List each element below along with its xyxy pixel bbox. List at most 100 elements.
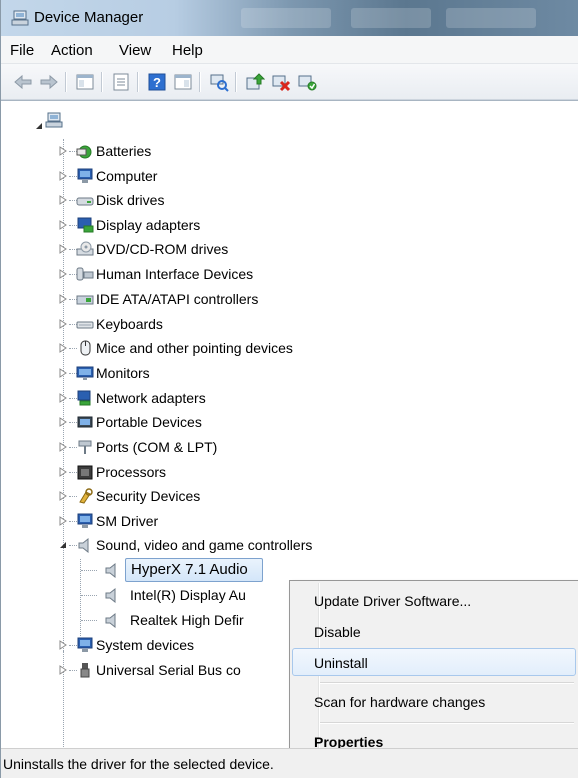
collapse-triangle-icon[interactable]	[34, 121, 44, 131]
tree-category-label: Computer	[96, 168, 158, 184]
expand-triangle-icon[interactable]	[58, 244, 68, 254]
view-icon[interactable]	[173, 72, 193, 92]
tree-category-battery[interactable]: Batteries	[1, 140, 578, 162]
context-update-driver[interactable]: Update Driver Software...	[292, 587, 576, 615]
tree-category-keyboard[interactable]: Keyboards	[1, 313, 578, 335]
toolbar: ?	[1, 64, 578, 100]
sound-device-label: HyperX 7.1 Audio	[131, 561, 248, 578]
back-arrow-icon[interactable]	[13, 72, 33, 92]
forward-arrow-icon[interactable]	[39, 72, 59, 92]
tree-category-label: Sound, video and game controllers	[96, 537, 313, 553]
keyboard-icon	[76, 321, 94, 329]
uninstall-device-icon[interactable]	[271, 72, 291, 92]
menu-help[interactable]: Help	[172, 42, 203, 59]
context-menu-separator	[320, 722, 574, 724]
status-bar: Uninstalls the driver for the selected d…	[1, 748, 578, 778]
menu-file[interactable]: File	[10, 42, 34, 59]
tree-category-dvd-drive[interactable]: DVD/CD-ROM drives	[1, 238, 578, 260]
tree-category-port[interactable]: Ports (COM & LPT)	[1, 436, 578, 458]
expand-triangle-icon[interactable]	[58, 220, 68, 230]
device-manager-window: Device Manager File Action View Help ? B…	[0, 0, 578, 778]
window-title: Device Manager	[34, 9, 144, 26]
tree-category-processor[interactable]: Processors	[1, 461, 578, 483]
tree-category-disk-drive[interactable]: Disk drives	[1, 189, 578, 211]
expand-triangle-icon[interactable]	[58, 393, 68, 403]
expand-triangle-icon[interactable]	[58, 467, 68, 477]
computer-icon	[77, 168, 93, 183]
scan-hardware-icon[interactable]	[209, 72, 229, 92]
expand-triangle-icon[interactable]	[58, 640, 68, 650]
tree-category-mouse[interactable]: Mice and other pointing devices	[1, 337, 578, 359]
tree-category-monitor[interactable]: Monitors	[1, 362, 578, 384]
processor-icon	[77, 465, 93, 480]
expand-triangle-icon[interactable]	[58, 442, 68, 452]
speaker-icon	[105, 587, 116, 603]
tree-category-security-device[interactable]: Security Devices	[1, 485, 578, 507]
menu-view[interactable]: View	[119, 42, 151, 59]
tree-category-portable-device[interactable]: Portable Devices	[1, 411, 578, 433]
toolbar-separator	[101, 72, 102, 92]
usb-icon	[80, 663, 90, 678]
sound-device-item[interactable]: Intel(R) Display Au	[1, 584, 291, 606]
tree-category-label: Universal Serial Bus co	[96, 662, 241, 678]
tree-guide-line	[81, 620, 97, 622]
menu-bar: File Action View Help	[1, 36, 578, 64]
expand-triangle-icon[interactable]	[58, 195, 68, 205]
enable-device-icon[interactable]	[297, 72, 317, 92]
context-disable[interactable]: Disable	[292, 618, 576, 646]
tree-category-ide-controller[interactable]: IDE ATA/ATAPI controllers	[1, 288, 578, 310]
tree-category-label: IDE ATA/ATAPI controllers	[96, 291, 259, 307]
computer-root-icon[interactable]	[45, 112, 63, 128]
tree-category-sm-driver[interactable]: SM Driver	[1, 510, 578, 532]
sound-device-item[interactable]: HyperX 7.1 Audio	[1, 559, 291, 581]
properties-sheet-icon[interactable]	[111, 72, 131, 92]
collapse-triangle-icon[interactable]	[58, 540, 68, 550]
speaker-icon	[105, 562, 116, 578]
tree-category-label: Human Interface Devices	[96, 266, 254, 282]
title-bar[interactable]: Device Manager	[1, 0, 578, 36]
show-hide-console-tree-icon[interactable]	[75, 72, 95, 92]
tree-category-label: Ports (COM & LPT)	[96, 439, 218, 455]
tree-category-label: Keyboards	[96, 316, 163, 332]
toolbar-separator	[235, 72, 236, 92]
network-adapter-icon	[77, 390, 91, 406]
tree-category-hid[interactable]: Human Interface Devices	[1, 263, 578, 285]
expand-triangle-icon[interactable]	[58, 665, 68, 675]
expand-triangle-icon[interactable]	[58, 269, 68, 279]
disk-drive-icon	[76, 197, 94, 206]
hid-icon	[76, 267, 94, 281]
tree-category-label: Security Devices	[96, 488, 201, 504]
expand-triangle-icon[interactable]	[58, 319, 68, 329]
speaker-icon	[105, 612, 116, 628]
display-adapter-icon	[77, 217, 94, 233]
toolbar-separator	[65, 72, 66, 92]
expand-triangle-icon[interactable]	[58, 343, 68, 353]
tree-category-label: DVD/CD-ROM drives	[96, 241, 229, 257]
tree-category-label: Disk drives	[96, 192, 165, 208]
tree-category-network-adapter[interactable]: Network adapters	[1, 387, 578, 409]
tree-category-computer[interactable]: Computer	[1, 165, 578, 187]
context-menu-separator	[320, 682, 574, 684]
blurred-title-area	[241, 8, 331, 28]
expand-triangle-icon[interactable]	[58, 146, 68, 156]
tree-guide-line	[81, 570, 97, 572]
tree-category-speaker[interactable]: Sound, video and game controllers	[1, 534, 578, 556]
expand-triangle-icon[interactable]	[58, 294, 68, 304]
expand-triangle-icon[interactable]	[58, 417, 68, 427]
dvd-drive-icon	[76, 241, 94, 256]
tree-category-label: Network adapters	[96, 390, 206, 406]
context-uninstall[interactable]: Uninstall	[292, 648, 576, 676]
tree-category-label: Portable Devices	[96, 414, 202, 430]
menu-action[interactable]: Action	[51, 42, 93, 59]
blurred-title-area	[446, 8, 536, 28]
expand-triangle-icon[interactable]	[58, 171, 68, 181]
sound-device-item[interactable]: Realtek High Defir	[1, 609, 291, 631]
system-device-icon	[77, 637, 93, 652]
help-icon[interactable]: ?	[147, 72, 167, 92]
expand-triangle-icon[interactable]	[58, 368, 68, 378]
update-driver-icon[interactable]	[245, 72, 265, 92]
tree-category-display-adapter[interactable]: Display adapters	[1, 214, 578, 236]
expand-triangle-icon[interactable]	[58, 516, 68, 526]
context-scan-hardware[interactable]: Scan for hardware changes	[292, 688, 576, 716]
expand-triangle-icon[interactable]	[58, 491, 68, 501]
